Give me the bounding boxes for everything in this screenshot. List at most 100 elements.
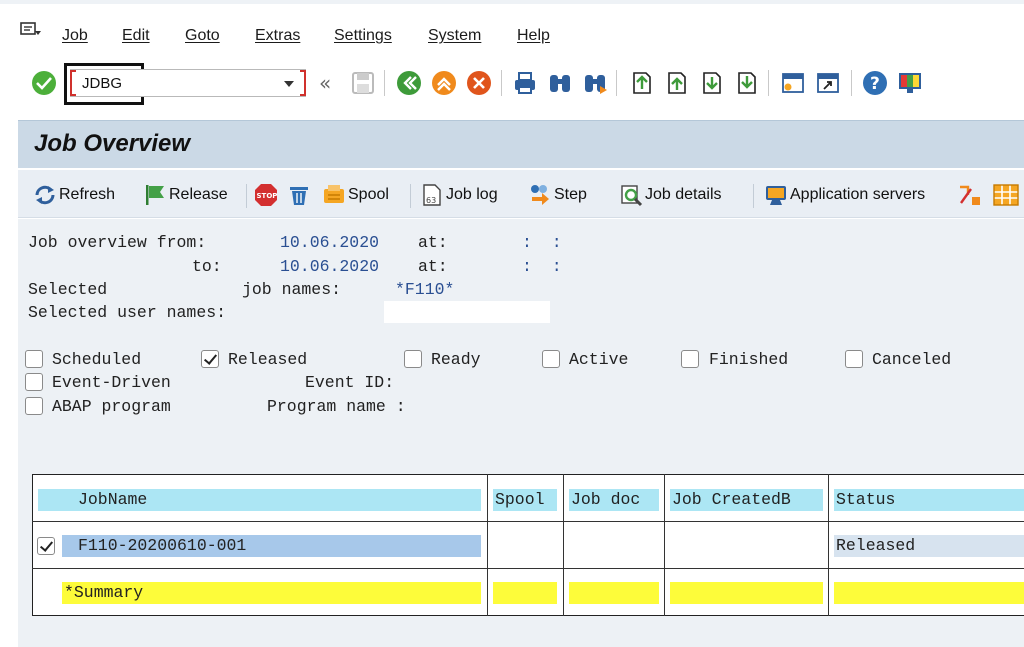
job-details-icon xyxy=(619,183,643,207)
ready-checkbox[interactable] xyxy=(404,350,422,368)
row-select-checkbox[interactable] xyxy=(37,537,55,555)
summary-row-created-by xyxy=(670,582,823,604)
grid-layout-icon xyxy=(993,183,1019,207)
change-layout-button[interactable] xyxy=(958,182,984,208)
summary-row-label: *Summary xyxy=(62,582,481,604)
step-button[interactable]: Step xyxy=(528,182,587,208)
page-title: Job Overview xyxy=(34,130,191,157)
refresh-label: Refresh xyxy=(59,186,116,203)
find-next-icon[interactable] xyxy=(582,70,608,96)
separator xyxy=(410,184,411,208)
command-field-bracket-right xyxy=(300,70,306,96)
next-page-icon[interactable] xyxy=(698,70,724,96)
from-time-value: : : xyxy=(522,233,562,252)
menu-system[interactable]: System xyxy=(428,27,481,45)
scheduled-checkbox[interactable] xyxy=(25,350,43,368)
first-page-icon[interactable] xyxy=(628,70,654,96)
spool-button[interactable]: Spool xyxy=(322,182,389,208)
from-date-value: 10.06.2020 xyxy=(280,233,380,252)
grid-line xyxy=(32,521,1024,522)
menu-edit[interactable]: Edit xyxy=(122,27,150,45)
job-log-icon: 63 xyxy=(420,183,444,207)
command-field-bracket-left xyxy=(70,70,76,96)
command-field[interactable]: JDBG xyxy=(70,69,306,97)
to-at-label: at: xyxy=(418,257,448,276)
help-icon[interactable]: ? xyxy=(862,70,888,96)
enter-icon[interactable] xyxy=(32,71,56,95)
svg-text:STOP: STOP xyxy=(257,192,278,200)
separator xyxy=(246,184,247,208)
stop-icon: STOP xyxy=(254,183,278,207)
spool-label: Spool xyxy=(348,186,389,203)
table-row-jobname[interactable]: F110-20200610-001 xyxy=(62,535,481,557)
column-header-job-created-by[interactable]: Job CreatedB xyxy=(670,489,823,511)
release-button[interactable]: Release xyxy=(143,182,228,208)
event-driven-checkbox[interactable] xyxy=(25,373,43,391)
last-page-icon[interactable] xyxy=(733,70,759,96)
selected-label: Selected xyxy=(28,280,108,299)
to-time-value: : : xyxy=(522,257,562,276)
choose-layout-button[interactable] xyxy=(993,182,1019,208)
menu-bar: Job Edit Goto Extras Settings System Hel… xyxy=(0,0,1024,58)
summary-row-status xyxy=(834,582,1024,604)
canceled-label: Canceled xyxy=(872,350,952,369)
stop-button[interactable]: STOP xyxy=(254,182,280,208)
abap-program-checkbox[interactable] xyxy=(25,397,43,415)
create-session-icon[interactable] xyxy=(780,70,806,96)
cancel-icon[interactable] xyxy=(466,70,492,96)
svg-text:?: ? xyxy=(870,74,880,94)
application-servers-button[interactable]: Application servers xyxy=(764,182,925,208)
flag-icon xyxy=(143,183,167,207)
active-label: Active xyxy=(569,350,629,369)
from-at-label: at: xyxy=(418,233,448,252)
canceled-checkbox[interactable] xyxy=(845,350,863,368)
column-header-job-doc[interactable]: Job doc xyxy=(569,489,659,511)
application-servers-label: Application servers xyxy=(790,186,926,203)
save-icon[interactable] xyxy=(350,70,376,96)
server-icon xyxy=(764,183,788,207)
separator xyxy=(768,70,769,96)
to-label: to: xyxy=(192,257,222,276)
job-details-button[interactable]: Job details xyxy=(619,182,722,208)
menu-extras[interactable]: Extras xyxy=(255,27,300,45)
menu-job[interactable]: Job xyxy=(62,27,88,45)
previous-page-icon[interactable] xyxy=(663,70,689,96)
active-checkbox[interactable] xyxy=(542,350,560,368)
customize-layout-icon[interactable] xyxy=(897,70,923,96)
command-dropdown-icon[interactable] xyxy=(284,81,294,87)
column-header-spool[interactable]: Spool xyxy=(493,489,557,511)
grid-line xyxy=(487,474,488,616)
change-layout-icon xyxy=(958,183,982,207)
print-icon[interactable] xyxy=(512,70,538,96)
grid-line xyxy=(563,474,564,616)
column-header-status[interactable]: Status xyxy=(834,489,1024,511)
table-row-status: Released xyxy=(834,535,1024,557)
delete-button[interactable] xyxy=(287,182,313,208)
event-id-label: Event ID: xyxy=(305,373,395,392)
separator xyxy=(851,70,852,96)
job-log-button[interactable]: 63 Job log xyxy=(420,182,498,208)
find-icon[interactable] xyxy=(547,70,573,96)
job-names-value: *F110* xyxy=(395,280,455,299)
exit-icon[interactable] xyxy=(431,70,457,96)
scheduled-label: Scheduled xyxy=(52,350,142,369)
abap-program-label: ABAP program xyxy=(52,397,171,416)
refresh-button[interactable]: Refresh xyxy=(33,182,115,208)
back-icon[interactable] xyxy=(396,70,422,96)
event-driven-label: Event-Driven xyxy=(52,373,171,392)
command-field-value: JDBG xyxy=(82,75,123,92)
grid-line xyxy=(32,568,1024,569)
released-checkbox[interactable] xyxy=(201,350,219,368)
standard-toolbar: JDBG « ? xyxy=(0,58,1024,108)
finished-checkbox[interactable] xyxy=(681,350,699,368)
from-label: Job overview from: xyxy=(28,233,207,252)
menu-goto[interactable]: Goto xyxy=(185,27,220,45)
menu-help[interactable]: Help xyxy=(517,27,550,45)
menu-settings[interactable]: Settings xyxy=(334,27,392,45)
refresh-icon xyxy=(33,183,57,207)
shortcut-icon[interactable] xyxy=(815,70,841,96)
column-header-jobname[interactable]: JobName xyxy=(38,489,481,511)
system-menu-icon[interactable] xyxy=(20,22,42,38)
back-arrows-icon[interactable]: « xyxy=(316,70,342,96)
grid-line xyxy=(664,474,665,616)
